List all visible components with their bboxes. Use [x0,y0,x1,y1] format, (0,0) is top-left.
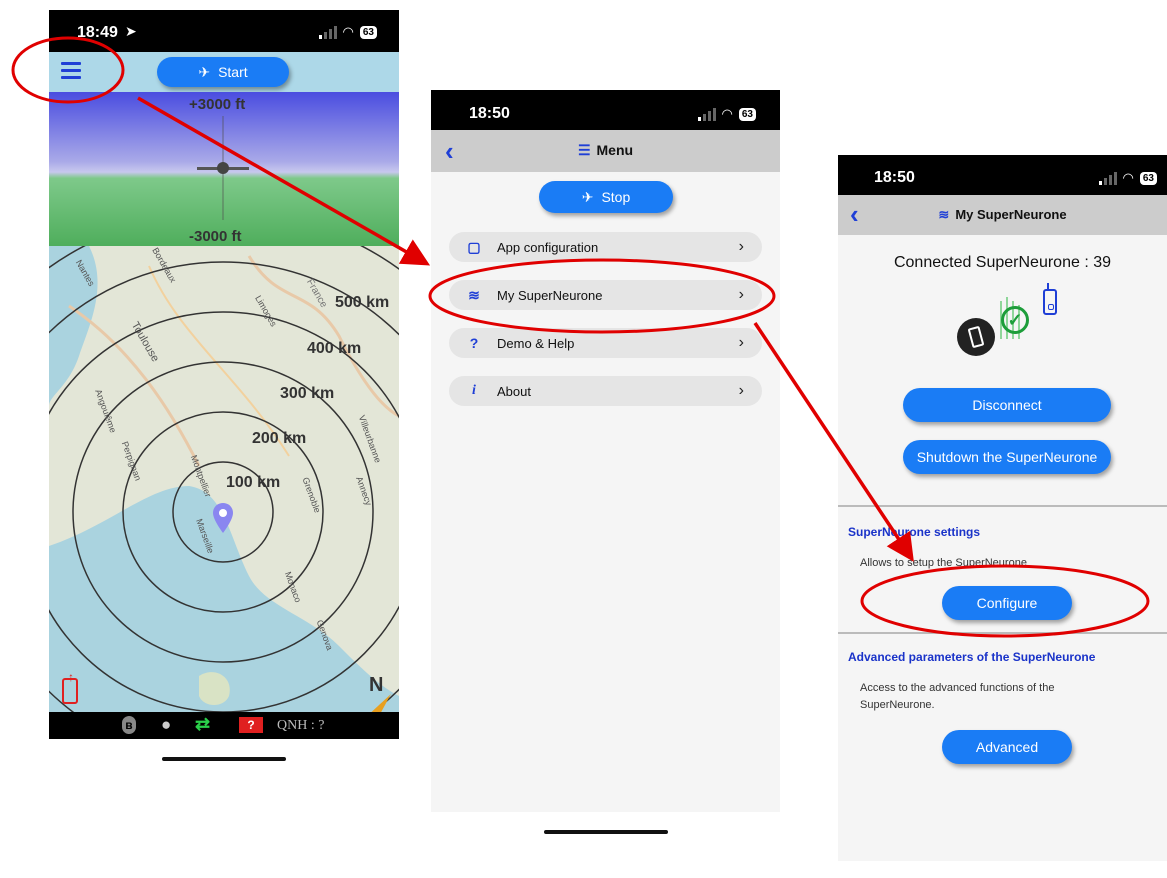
disconnect-button[interactable]: Disconnect [903,388,1111,422]
range-ring-label: 100 km [226,474,281,491]
transfer-arrows-icon: ⇄ [195,714,211,734]
range-ring-label: 500 km [335,294,390,311]
wifi-icon: ◠ [1122,170,1134,185]
check-icon: ✓ [1001,306,1029,334]
bottom-status-bar: ʙ ● ⇄ ? QNH : ? [49,712,399,739]
status-time: 18:49 [77,24,118,41]
connected-status: Connected SuperNeurone : 39 [893,254,1112,271]
device-icon [1043,283,1057,315]
status-bar: 18:49 ➤ ◠ 63 [49,10,399,52]
nav-header: ‹ ≋ My SuperNeurone [838,195,1167,235]
chevron-right-icon: › [738,334,744,351]
menu-item-app-configuration[interactable]: ▢ App configuration › [449,232,762,262]
qnh-label: QNH : ? [277,718,325,733]
map-view[interactable]: Toulouse Angoulême Perpignan Montpellier… [49,246,399,712]
range-ring-label: 400 km [307,340,362,357]
landing-icon: ✈ [581,188,594,205]
wifi-icon: ◠ [721,106,733,121]
battery-icon: 63 [359,25,377,39]
settings-section-desc: Allows to setup the SuperNeurone [860,557,1027,569]
menu-title: ☰ Menu [577,142,634,158]
divider [838,632,1167,634]
hamburger-menu-icon[interactable] [61,62,81,80]
stop-button[interactable]: ✈ Stop [539,181,673,213]
bluetooth-icon: ʙ [122,716,136,734]
top-toolbar: ✈ Start [49,52,399,92]
battery-icon: 63 [738,107,756,121]
page-title: ≋ My SuperNeurone [938,207,1067,222]
configure-button[interactable]: Configure [942,586,1072,620]
location-arrow-icon: ➤ [125,23,137,39]
settings-section-title: SuperNeurone settings [848,525,981,539]
phone-export-icon[interactable]: ↑ [62,670,78,704]
menu-item-about[interactable]: i About › [449,376,762,406]
advanced-section-title: Advanced parameters of the SuperNeurone [848,650,1096,664]
signal-icon [1098,171,1117,185]
signal-icon [318,25,337,39]
compass-arrow-icon [371,694,391,712]
shutdown-button[interactable]: Shutdown the SuperNeurone [903,440,1111,474]
info-icon: i [472,383,476,398]
artificial-horizon: +3000 ft -3000 ft [49,92,399,246]
phone-superneurone-screen: 18:50 ◠ 63 ‹ ≋ My SuperNeurone Connected … [838,155,1167,861]
wifi-icon: ◠ [342,24,354,39]
tablet-icon: ▢ [467,238,481,255]
nav-header: ‹ ☰ Menu [431,130,780,172]
status-time: 18:50 [874,169,915,186]
phone-menu-screen: 18:50 ◠ 63 ‹ ☰ Menu ✈ Stop ▢ App configur… [431,90,780,812]
phone-icon [957,318,995,356]
map-svg [49,246,399,712]
range-ring-label: 300 km [280,385,335,402]
divider [838,505,1167,507]
wifi-icon: ≋ [468,286,480,303]
menu-item-demo-help[interactable]: ? Demo & Help › [449,328,762,358]
location-icon: ● [161,715,172,734]
unknown-status-icon: ? [239,717,263,733]
status-bar: 18:50 ◠ 63 [431,90,780,130]
start-button[interactable]: ✈ Start [157,57,289,87]
chevron-right-icon: › [738,382,744,399]
home-indicator [544,830,668,834]
home-indicator [162,757,286,761]
menu-item-my-superneurone[interactable]: ≋ My SuperNeurone › [449,280,762,310]
takeoff-icon: ✈ [198,63,211,80]
status-bar: 18:50 ◠ 63 [838,155,1167,195]
wifi-icon: ≋ [938,207,950,222]
altitude-top-label: +3000 ft [189,96,246,113]
advanced-section-desc: Access to the advanced functions of the … [860,682,1055,711]
signal-icon [697,107,716,121]
advanced-button[interactable]: Advanced [942,730,1072,764]
range-ring-label: 200 km [252,430,307,447]
hamburger-icon: ☰ [577,142,591,158]
altitude-bottom-label: -3000 ft [189,228,242,245]
location-pin-icon [213,503,233,533]
question-icon: ? [469,335,479,351]
battery-icon: 63 [1139,171,1157,185]
chevron-right-icon: › [738,238,744,255]
phone-map-screen: 18:49 ➤ ◠ 63 ✈ Start +3000 ft -3000 ft T… [49,10,399,739]
chevron-right-icon: › [738,286,744,303]
status-time: 18:50 [469,105,510,122]
